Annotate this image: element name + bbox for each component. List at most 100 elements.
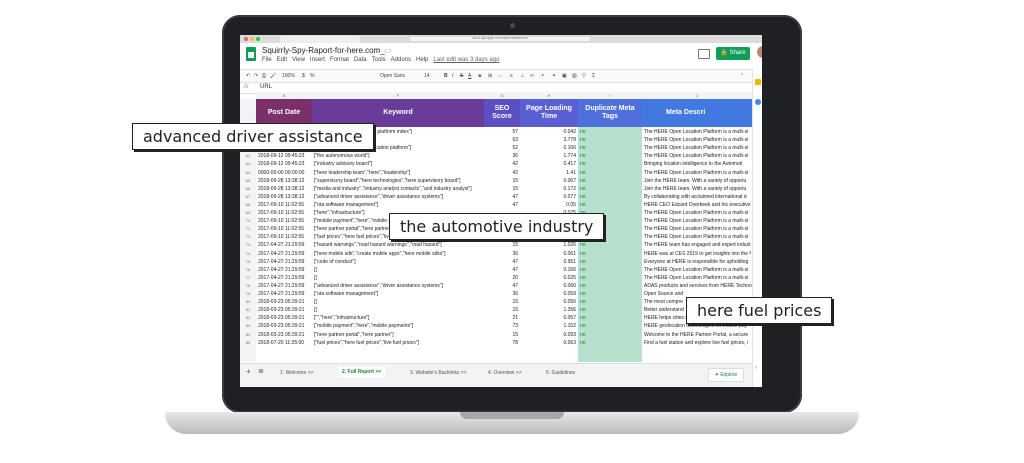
print-icon[interactable]: ⎙ <box>262 73 266 79</box>
meta-description-cell[interactable]: The HERE Open Location Platform is a mul… <box>644 170 752 176</box>
row-number[interactable]: 68 <box>240 202 256 207</box>
column-letter[interactable]: G <box>484 92 521 99</box>
undo-icon[interactable]: ↶ <box>246 73 250 79</box>
duplicate-cell[interactable]: no <box>580 186 640 192</box>
keyword-cell[interactable]: ["","here","infrastructure"] <box>314 315 482 321</box>
collapse-icon[interactable]: ⌃ <box>740 73 744 79</box>
column-letter[interactable]: I <box>578 92 643 99</box>
zoom-select[interactable]: 100% <box>282 73 295 79</box>
expand-panel-icon[interactable]: › <box>755 365 757 371</box>
post-date-cell[interactable]: 2018-09-28 13:38:12 <box>258 186 312 192</box>
duplicate-cell[interactable]: no <box>580 153 640 159</box>
meta-description-cell[interactable]: The HERE Open Location Platform is a mul… <box>644 145 752 151</box>
post-date-cell[interactable]: 2017-04-27 21:29:59 <box>258 251 312 257</box>
menu-edit[interactable]: Edit <box>277 57 287 63</box>
post-date-cell[interactable]: 2017-09-10 11:02:55 <box>258 210 312 216</box>
row-number[interactable]: 63 <box>240 161 256 166</box>
duplicate-cell[interactable]: no <box>580 307 640 313</box>
keyword-cell[interactable]: ["here leadership team","here","leadersh… <box>314 170 482 176</box>
duplicate-cell[interactable]: no <box>580 161 640 167</box>
duplicate-cell[interactable]: no <box>580 332 640 338</box>
currency-button[interactable]: $ <box>302 73 305 79</box>
meta-description-cell[interactable]: The HERE Open Location Platform is a mul… <box>644 210 752 216</box>
post-date-cell[interactable]: 2017-04-27 21:29:59 <box>258 242 312 248</box>
meta-description-cell[interactable]: The HERE Open Location Platform is a mul… <box>644 267 752 273</box>
load-time-cell[interactable]: 0.951 <box>520 259 576 265</box>
seo-score-cell[interactable]: 42 <box>484 161 518 167</box>
load-time-cell[interactable]: 0.077 <box>520 194 576 200</box>
font-select[interactable]: Open Sans <box>380 73 405 79</box>
tab-guidelines[interactable]: 5. Guidelines <box>546 370 575 376</box>
menu-file[interactable]: File <box>262 57 272 63</box>
keep-icon[interactable] <box>755 79 761 85</box>
seo-score-cell[interactable]: 36 <box>484 153 518 159</box>
chart-icon[interactable]: ▥ <box>572 73 577 79</box>
redo-icon[interactable]: ↷ <box>254 73 258 79</box>
row-number[interactable]: 74 <box>240 251 256 256</box>
load-time-cell[interactable]: 0.05 <box>520 202 576 208</box>
keyword-cell[interactable]: ["ota software management"] <box>314 291 482 297</box>
rotate-icon[interactable]: ↗ <box>540 73 544 79</box>
meta-description-cell[interactable]: Welcome to the HERE Partner Portal, a se… <box>644 332 752 338</box>
header-meta-description[interactable]: Meta Descri <box>642 99 752 127</box>
row-number[interactable]: 67 <box>240 194 256 199</box>
load-time-cell[interactable]: 0.061 <box>520 251 576 257</box>
meta-description-cell[interactable]: Everyone at HERE is responsible for upho… <box>644 259 752 265</box>
share-button[interactable]: 🔒 Share <box>716 47 750 60</box>
keyword-cell[interactable]: ["here partner portal","here partner"] <box>314 332 482 338</box>
post-date-cell[interactable]: 2017-09-10 11:02:55 <box>258 226 312 232</box>
row-number[interactable]: 78 <box>240 283 256 288</box>
row-number[interactable]: 61 <box>240 153 256 158</box>
load-time-cell[interactable]: 0.025 <box>520 275 576 281</box>
seo-score-cell[interactable]: 78 <box>484 340 518 346</box>
wrap-icon[interactable]: ↵ <box>530 73 534 79</box>
align-icon[interactable]: ≡ <box>510 73 513 79</box>
duplicate-cell[interactable]: no <box>580 291 640 297</box>
keyword-cell[interactable]: ["here mobile sdk","create mobile apps",… <box>314 251 482 257</box>
load-time-cell[interactable]: 0.042 <box>520 129 576 135</box>
meta-description-cell[interactable]: The HERE Open Location Platform is a mul… <box>644 218 752 224</box>
tab-full-report[interactable]: 2. Full Report >> <box>338 367 386 377</box>
post-date-cell[interactable]: 2017-04-27 21:29:59 <box>258 275 312 281</box>
formula-input[interactable]: URL <box>260 84 272 90</box>
duplicate-cell[interactable]: no <box>580 299 640 305</box>
keyword-cell[interactable]: ["supervisory board","here technologies"… <box>314 178 482 184</box>
post-date-cell[interactable]: 2018-09-12 09:45:23 <box>258 161 312 167</box>
duplicate-cell[interactable]: no <box>580 340 640 346</box>
link-icon[interactable]: ⚭ <box>552 73 556 79</box>
seo-score-cell[interactable]: 57 <box>484 129 518 135</box>
keyword-cell[interactable]: [] <box>314 267 482 273</box>
post-date-cell[interactable]: 2018-03-23 05:39:21 <box>258 299 312 305</box>
menu-insert[interactable]: Insert <box>310 57 325 63</box>
load-time-cell[interactable]: 0.172 <box>520 186 576 192</box>
seo-score-cell[interactable]: 73 <box>484 323 518 329</box>
comment-icon[interactable]: ▣ <box>562 73 567 79</box>
menu-tools[interactable]: Tools <box>372 57 386 63</box>
row-number[interactable]: 85 <box>240 340 256 345</box>
zoom-dot-icon[interactable] <box>256 37 260 41</box>
comments-icon[interactable] <box>698 49 710 59</box>
menu-help[interactable]: Help <box>416 57 428 63</box>
address-bar[interactable]: docs.google.com/spreadsheets <box>410 35 590 41</box>
duplicate-cell[interactable]: no <box>580 315 640 321</box>
load-time-cell[interactable]: 0.166 <box>520 267 576 273</box>
row-number[interactable]: 84 <box>240 332 256 337</box>
doc-title[interactable]: Squirrly-Spy-Raport-for-here.com_ <box>262 46 385 55</box>
duplicate-cell[interactable]: no <box>580 194 640 200</box>
post-date-cell[interactable]: 2017-04-27 21:29:59 <box>258 267 312 273</box>
load-time-cell[interactable]: 0.417 <box>520 161 576 167</box>
fill-color-icon[interactable]: ◈ <box>478 73 482 79</box>
row-number[interactable]: 64 <box>240 170 256 175</box>
meta-description-cell[interactable]: HERE CEO Edzard Overbeek and his executi… <box>644 202 752 208</box>
header-seo-score[interactable]: SEO Score <box>484 99 520 127</box>
avatar[interactable] <box>757 46 762 58</box>
keyword-cell[interactable]: ["the autonomous world"] <box>314 153 482 159</box>
duplicate-cell[interactable]: no <box>580 323 640 329</box>
menu-format[interactable]: Format <box>330 57 349 63</box>
row-number[interactable]: 71 <box>240 226 256 231</box>
column-letter[interactable]: F <box>312 92 485 99</box>
load-time-cell[interactable]: 1.356 <box>520 307 576 313</box>
load-time-cell[interactable]: 0.063 <box>520 340 576 346</box>
close-dot-icon[interactable] <box>244 37 248 41</box>
seo-score-cell[interactable]: 42 <box>484 170 518 176</box>
